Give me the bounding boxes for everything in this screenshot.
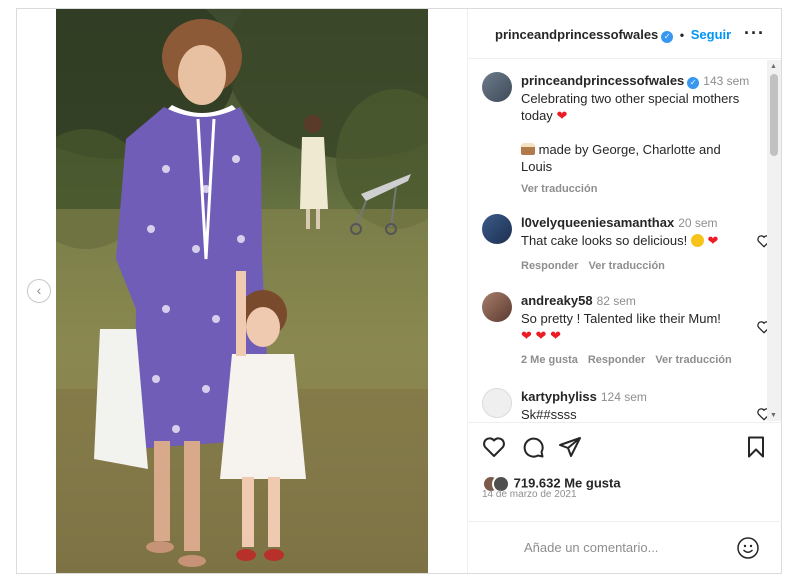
- comment-time[interactable]: 124 sem: [601, 390, 647, 404]
- avatar[interactable]: [482, 388, 512, 418]
- add-comment-input[interactable]: [524, 540, 724, 555]
- scroll-up-icon[interactable]: ▲: [770, 63, 777, 70]
- share-paper-plane-icon[interactable]: [558, 435, 582, 459]
- comment-time[interactable]: 82 sem: [597, 294, 636, 308]
- comments-scrollbar[interactable]: ▲ ▼: [767, 60, 781, 421]
- caption-time[interactable]: 143 sem: [703, 74, 749, 88]
- comment-likes[interactable]: 2 Me gusta: [521, 354, 578, 366]
- red-heart-emoji-icon: ❤: [550, 328, 561, 343]
- verified-badge-icon: ✓: [661, 31, 674, 43]
- previous-image-button[interactable]: ‹: [27, 279, 51, 303]
- caption-text-line1: Celebrating two other special mothers: [521, 91, 740, 106]
- comment-text: That cake looks so delicious!: [521, 233, 688, 248]
- post-date: 14 de marzo de 2021: [482, 489, 577, 500]
- header-separator: •: [679, 28, 685, 42]
- scroll-thumb[interactable]: [770, 74, 778, 156]
- caption-text-line3: made by George, Charlotte and: [538, 142, 721, 157]
- comment-text: So pretty ! Talented like their Mum!: [521, 311, 721, 326]
- follow-button[interactable]: Seguir: [691, 27, 731, 42]
- add-comment-bar: [468, 521, 782, 573]
- avatar[interactable]: [482, 214, 512, 244]
- post-sidebar: princeandprincessofwales ✓ • Seguir ··· p…: [467, 9, 782, 573]
- avatar[interactable]: [482, 292, 512, 322]
- cake-emoji-icon: [521, 143, 535, 155]
- scroll-down-icon[interactable]: ▼: [770, 412, 777, 419]
- comments-list: princeandprincessofwales ✓ 143 sem Celebra…: [468, 60, 782, 421]
- reply-link[interactable]: Responder: [588, 354, 645, 366]
- red-heart-emoji-icon: ❤: [556, 108, 568, 123]
- avatar[interactable]: [482, 72, 512, 102]
- reply-link[interactable]: Responder: [521, 260, 578, 272]
- comment-text: Sk##ssss: [521, 407, 577, 421]
- red-heart-emoji-icon: ❤: [521, 328, 532, 343]
- post-header: princeandprincessofwales ✓ • Seguir ···: [468, 9, 781, 59]
- comment-time[interactable]: 20 sem: [678, 216, 717, 230]
- photo-illustration: [56, 9, 428, 573]
- verified-badge-icon: ✓: [687, 77, 700, 89]
- yum-emoji-icon: [690, 234, 704, 247]
- comment-username[interactable]: andreaky58: [521, 293, 593, 308]
- red-heart-emoji-icon: ❤: [707, 233, 719, 248]
- emoji-smiley-icon[interactable]: [736, 536, 760, 560]
- post-actions: 719.632 Me gusta: [468, 422, 782, 493]
- comment-username[interactable]: kartyphyliss: [521, 389, 597, 404]
- post-media-area: ‹: [17, 9, 467, 573]
- caption-text-line2: today: [521, 108, 553, 123]
- translate-link[interactable]: Ver traducción: [588, 260, 664, 272]
- caption-username[interactable]: princeandprincessofwales: [521, 73, 684, 88]
- post-photo: [56, 9, 428, 573]
- like-heart-icon[interactable]: [482, 435, 506, 459]
- comment-bubble-icon[interactable]: [521, 435, 545, 459]
- red-heart-emoji-icon: ❤: [535, 328, 547, 343]
- caption-translate-link[interactable]: Ver traducción: [521, 183, 597, 195]
- post-dialog: ‹ princeandprincessofwales ✓ • Seguir ···…: [16, 8, 782, 574]
- header-username[interactable]: princeandprincessofwales: [495, 27, 658, 42]
- save-bookmark-icon[interactable]: [744, 435, 768, 459]
- translate-link[interactable]: Ver traducción: [655, 354, 731, 366]
- caption-text-line4: Louis: [521, 159, 553, 174]
- header-user: princeandprincessofwales ✓ • Seguir: [495, 27, 731, 43]
- more-horizontal-icon[interactable]: ···: [744, 23, 765, 44]
- comment-username[interactable]: l0velyqueeniesamanthax: [521, 215, 674, 230]
